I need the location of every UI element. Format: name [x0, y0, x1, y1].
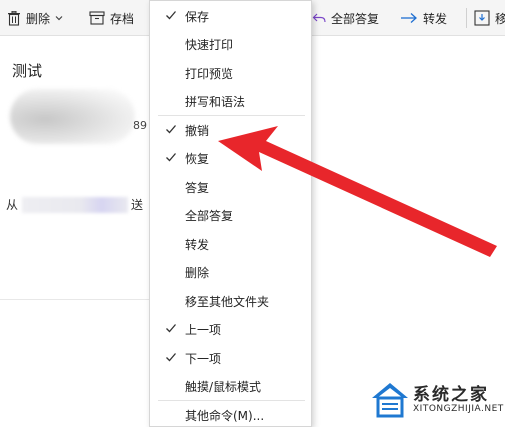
menu-item-spelling-grammar[interactable]: 拼写和语法 — [150, 87, 311, 115]
reply-all-icon — [312, 13, 326, 23]
menu-item-label: 触摸/鼠标模式 — [185, 379, 262, 394]
sender-avatar-blurred — [10, 89, 135, 144]
delete-label: 删除 — [26, 11, 51, 26]
forward-arrow-icon — [401, 13, 417, 23]
menu-item-redo[interactable]: 恢复 — [150, 144, 311, 172]
menu-item-label: 全部答复 — [185, 208, 234, 223]
checkmark-icon — [166, 11, 176, 20]
toolbar-context-menu: 保存 快速打印 打印预览 拼写和语法 撤销 恢复 答复 全部答复 转发 删除 移… — [149, 0, 312, 427]
delete-button[interactable]: 删除 — [7, 8, 63, 28]
archive-icon — [89, 11, 105, 25]
menu-item-reply[interactable]: 答复 — [150, 173, 311, 201]
from-address-blurred — [22, 197, 128, 213]
toolbar-divider — [466, 8, 467, 28]
from-label: 从 — [6, 198, 19, 212]
menu-item-label: 快速打印 — [185, 37, 234, 52]
menu-item-delete[interactable]: 删除 — [150, 258, 311, 286]
menu-item-label: 移至其他文件夹 — [185, 294, 270, 309]
menu-item-label: 下一项 — [185, 351, 222, 366]
pane-divider — [0, 299, 149, 300]
menu-item-label: 打印预览 — [185, 66, 234, 81]
menu-item-more-commands[interactable]: 其他命令(M)... — [150, 401, 311, 427]
watermark-url: XITONGZHIJIA.NET — [413, 404, 504, 414]
checkmark-icon — [166, 125, 176, 134]
trash-icon — [8, 10, 20, 26]
menu-item-print-preview[interactable]: 打印预览 — [150, 59, 311, 87]
house-logo-icon — [372, 383, 408, 418]
archive-button[interactable]: 存档 — [89, 8, 134, 28]
menu-item-save[interactable]: 保存 — [150, 2, 311, 30]
checkmark-icon — [166, 324, 176, 333]
menu-item-previous[interactable]: 上一项 — [150, 315, 311, 343]
forward-label: 转发 — [423, 11, 448, 26]
archive-label: 存档 — [110, 11, 135, 26]
menu-item-next[interactable]: 下一项 — [150, 344, 311, 372]
chevron-down-icon[interactable] — [55, 15, 63, 21]
site-watermark: 系统之家 XITONGZHIJIA.NET — [367, 375, 503, 423]
checkmark-icon — [166, 353, 176, 362]
reply-all-button[interactable]: 全部答复 — [312, 8, 379, 28]
reading-pane: 测试 89 从 送 — [0, 37, 149, 427]
sender-number-fragment: 89 — [133, 119, 147, 132]
menu-item-undo[interactable]: 撤销 — [150, 116, 311, 144]
menu-item-move-to-folder[interactable]: 移至其他文件夹 — [150, 287, 311, 315]
menu-item-label: 恢复 — [185, 151, 210, 166]
menu-item-label: 保存 — [185, 9, 210, 24]
watermark-title: 系统之家 — [413, 385, 489, 405]
menu-item-label: 撤销 — [185, 123, 210, 138]
menu-item-quick-print[interactable]: 快速打印 — [150, 30, 311, 58]
menu-item-forward[interactable]: 转发 — [150, 230, 311, 258]
menu-item-label: 拼写和语法 — [185, 94, 246, 109]
menu-item-label: 删除 — [185, 265, 210, 280]
menu-item-label: 答复 — [185, 180, 210, 195]
menu-item-label: 转发 — [185, 237, 210, 252]
menu-item-label: 其他命令(M)... — [185, 408, 265, 423]
menu-item-label: 上一项 — [185, 322, 222, 337]
forward-button[interactable]: 转发 — [400, 8, 447, 28]
move-to-folder-icon — [474, 10, 490, 26]
move-label: 移 — [495, 11, 505, 26]
message-body-area — [312, 37, 505, 427]
menu-item-reply-all[interactable]: 全部答复 — [150, 201, 311, 229]
from-suffix: 送 — [131, 198, 144, 212]
reply-all-label: 全部答复 — [331, 11, 380, 26]
message-subject: 测试 — [12, 62, 43, 80]
menu-item-touch-mouse-mode[interactable]: 触摸/鼠标模式 — [150, 372, 311, 400]
checkmark-icon — [166, 153, 176, 162]
move-button[interactable]: 移 — [474, 8, 505, 28]
